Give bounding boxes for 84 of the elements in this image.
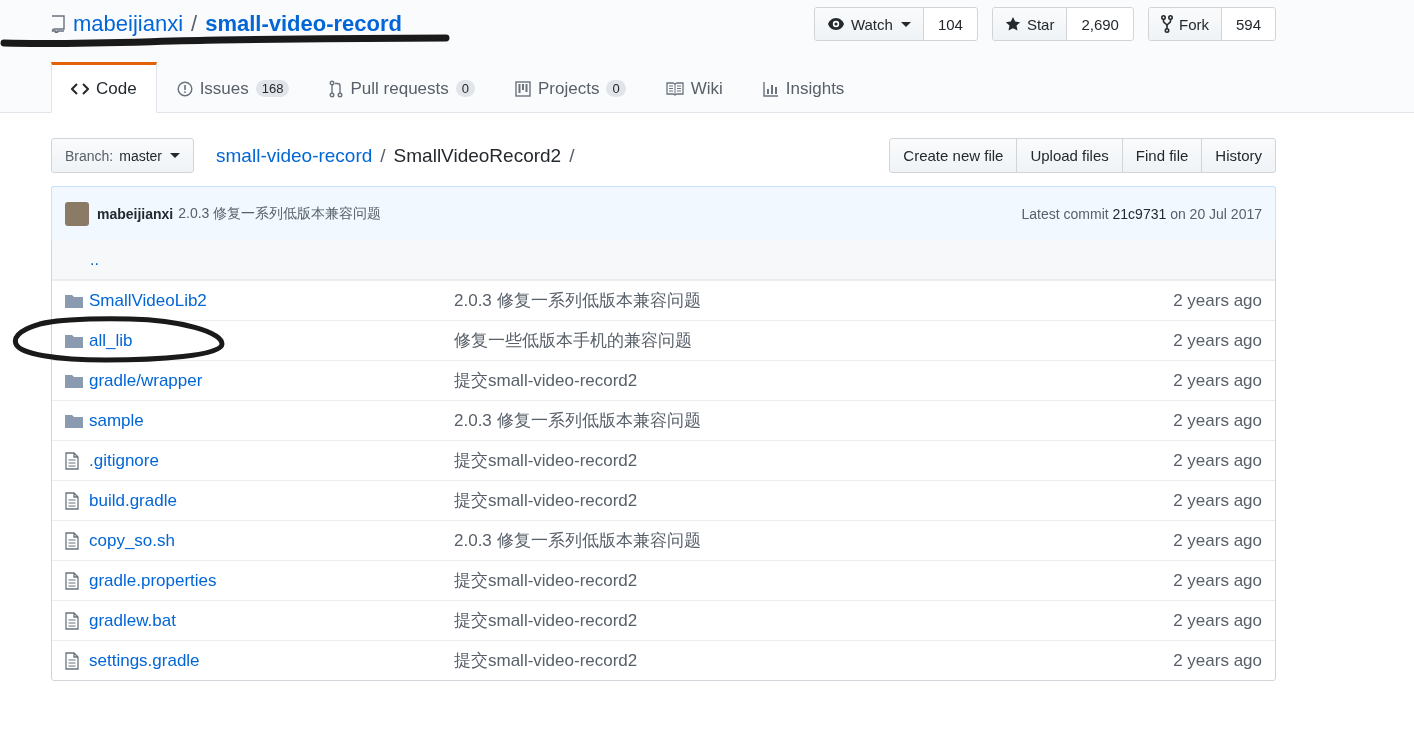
pull-request-icon <box>329 79 344 98</box>
file-name-link[interactable]: sample <box>89 410 454 431</box>
file-age: 2 years ago <box>1173 650 1262 671</box>
path-separator: / <box>380 144 386 167</box>
repo-tab[interactable]: Projects 0 <box>495 62 646 113</box>
fork-button[interactable]: Fork <box>1148 8 1222 40</box>
project-board-icon <box>515 80 531 97</box>
commit-message[interactable]: 2.0.3 修复一系列低版本兼容问题 <box>454 289 1174 312</box>
social-count[interactable]: 2,690 <box>1067 8 1133 40</box>
graph-icon <box>762 80 779 97</box>
watch-button[interactable]: Watch <box>814 8 924 40</box>
folder-icon <box>65 293 83 308</box>
path-separator: / <box>569 144 575 167</box>
repo-tab[interactable]: Code <box>51 62 157 113</box>
latest-commit-label: Latest commit <box>1021 205 1109 222</box>
parent-directory-link[interactable]: .. <box>90 250 99 269</box>
file-age: 2 years ago <box>1173 330 1262 351</box>
commit-message[interactable]: 2.0.3 修复一系列低版本兼容问题 <box>454 409 1174 432</box>
repo-tab[interactable]: Pull requests 0 <box>309 62 495 113</box>
file-icon <box>65 571 79 590</box>
file-age: 2 years ago <box>1173 370 1262 391</box>
star-icon <box>1004 16 1021 32</box>
avatar-photo-placeholder <box>65 201 89 226</box>
file-age: 2 years ago <box>1173 290 1262 311</box>
code-icon <box>71 82 89 95</box>
file-action-button[interactable]: History <box>1201 138 1276 173</box>
commit-message[interactable]: 提交small-video-record2 <box>454 489 1174 512</box>
file-name-link[interactable]: gradlew.bat <box>89 610 454 631</box>
repo-name-link[interactable]: small-video-record <box>205 11 403 37</box>
file-name-link[interactable]: all_lib <box>89 330 454 351</box>
commit-sha[interactable]: 21c9731 <box>1112 205 1167 222</box>
current-folder: SmallVideoRecord2 <box>393 144 562 167</box>
tab-counter: 168 <box>255 80 290 97</box>
commit-message[interactable]: 提交small-video-record2 <box>454 609 1174 632</box>
commit-message[interactable]: 2.0.3 修复一系列低版本兼容问题 <box>178 204 1022 223</box>
social-count[interactable]: 594 <box>1221 8 1275 40</box>
commit-message[interactable]: 提交small-video-record2 <box>454 649 1174 672</box>
commit-author[interactable]: mabeijianxi <box>97 205 174 222</box>
tab-counter: 0 <box>606 80 626 97</box>
repo-tab[interactable]: Issues 168 <box>156 62 310 113</box>
file-name-link[interactable]: settings.gradle <box>89 650 454 671</box>
eye-icon <box>826 17 845 31</box>
branch-select[interactable]: Branch: master <box>51 138 195 173</box>
book-icon <box>665 81 684 96</box>
commit-date: on 20 Jul 2017 <box>1170 205 1262 222</box>
file-name-link[interactable]: copy_so.sh <box>89 530 454 551</box>
file-age: 2 years ago <box>1173 570 1262 591</box>
file-age: 2 years ago <box>1173 490 1262 511</box>
star-button[interactable]: Star <box>992 8 1068 40</box>
file-icon <box>65 651 79 670</box>
file-icon <box>65 611 79 630</box>
file-name-link[interactable]: SmallVideoLib2 <box>89 290 454 311</box>
caret-icon <box>900 21 911 27</box>
file-name-link[interactable]: build.gradle <box>89 490 454 511</box>
file-icon <box>65 491 79 510</box>
file-icon <box>65 451 79 470</box>
issue-icon <box>176 80 193 97</box>
file-icon <box>65 531 79 550</box>
owner-link[interactable]: mabeijianxi <box>73 11 184 37</box>
social-count[interactable]: 104 <box>923 8 977 40</box>
file-action-button[interactable]: Create new file <box>889 138 1018 173</box>
tab-counter: 0 <box>455 80 475 97</box>
file-age: 2 years ago <box>1173 450 1262 471</box>
repo-tab[interactable]: Wiki <box>645 62 743 113</box>
folder-icon <box>65 333 83 348</box>
breadcrumb-link[interactable]: small-video-record <box>216 144 373 167</box>
file-action-button[interactable]: Upload files <box>1016 138 1123 173</box>
file-name-link[interactable]: gradle.properties <box>89 570 454 591</box>
folder-icon <box>65 413 83 428</box>
commit-message[interactable]: 提交small-video-record2 <box>454 369 1174 392</box>
file-age: 2 years ago <box>1173 610 1262 631</box>
commit-message[interactable]: 提交small-video-record2 <box>454 569 1174 592</box>
repo-tab[interactable]: Insights <box>742 62 865 113</box>
commit-message[interactable]: 提交small-video-record2 <box>454 449 1174 472</box>
folder-icon <box>65 373 83 388</box>
file-name-link[interactable]: gradle/wrapper <box>89 370 454 391</box>
file-name-link[interactable]: .gitignore <box>89 450 454 471</box>
commit-message[interactable]: 2.0.3 修复一系列低版本兼容问题 <box>454 529 1174 552</box>
file-age: 2 years ago <box>1173 410 1262 431</box>
file-age: 2 years ago <box>1173 530 1262 551</box>
file-action-button[interactable]: Find file <box>1121 138 1203 173</box>
path-separator: / <box>191 11 198 37</box>
fork-icon <box>1160 15 1173 33</box>
commit-message[interactable]: 修复一些低版本手机的兼容问题 <box>454 329 1174 352</box>
